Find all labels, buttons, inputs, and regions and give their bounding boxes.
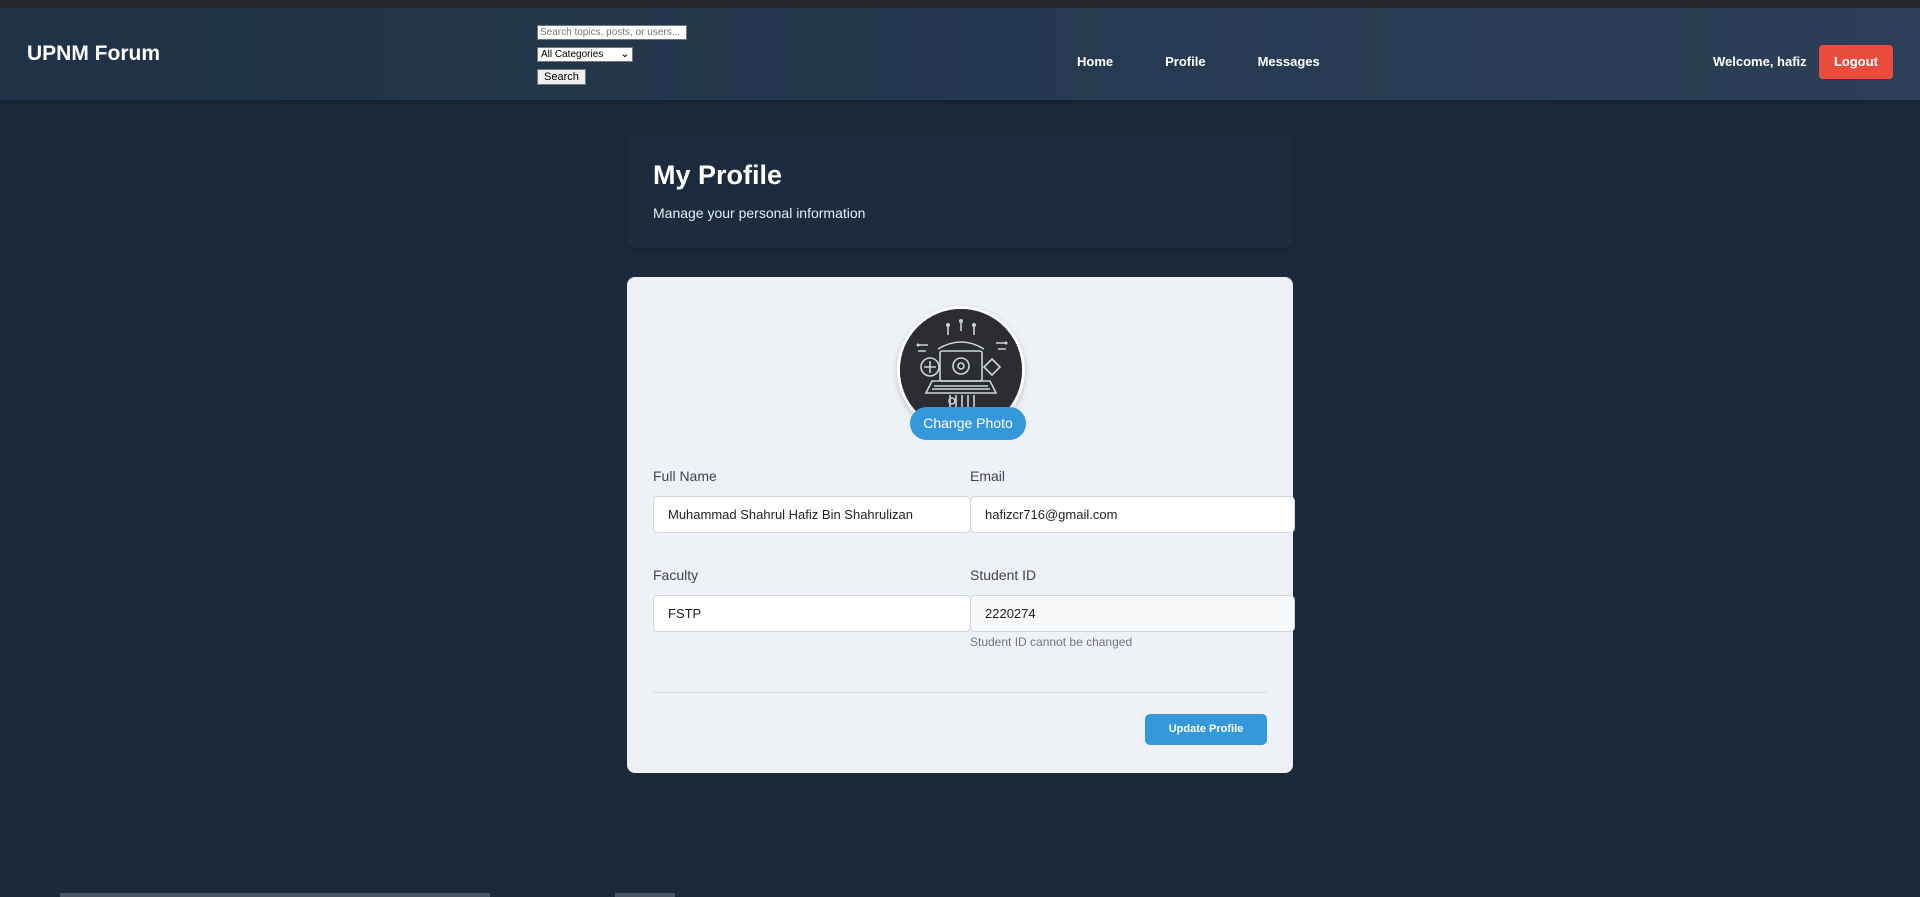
profile-form-card: Change Photo Full Name Muhammad Shahrul … (627, 277, 1295, 773)
welcome-text: Welcome, hafiz (1713, 54, 1807, 69)
update-profile-button[interactable]: Update Profile (1145, 714, 1267, 745)
full-name-field[interactable]: Muhammad Shahrul Hafiz Bin Shahrulizan (653, 496, 971, 533)
search-button[interactable]: Search (537, 69, 586, 85)
student-id-hint: Student ID cannot be changed (970, 635, 1133, 649)
search-input[interactable] (537, 25, 687, 40)
search-form: All Categories ⌄ Search (537, 25, 687, 85)
nav-profile[interactable]: Profile (1165, 54, 1205, 69)
page-subtitle: Manage your personal information (653, 205, 866, 221)
window-top-strip (0, 0, 1920, 8)
full-name-label: Full Name (653, 468, 717, 484)
form-divider (653, 692, 1267, 693)
page-header-card: My Profile Manage your personal informat… (627, 136, 1293, 248)
scrollbar-segment (615, 893, 675, 897)
email-label: Email (970, 468, 1006, 484)
brand-logo[interactable]: UPNM Forum (27, 42, 160, 66)
change-photo-button[interactable]: Change Photo (910, 407, 1026, 440)
student-id-field: 2220274 (970, 595, 1295, 632)
faculty-field[interactable]: FSTP (653, 595, 971, 632)
student-id-label: Student ID (970, 567, 1037, 583)
chevron-down-icon: ⌄ (620, 49, 629, 60)
page-title: My Profile (653, 160, 783, 190)
horizontal-scrollbar[interactable] (60, 893, 490, 897)
nav-home[interactable]: Home (1077, 54, 1113, 69)
navbar: UPNM Forum All Categories ⌄ Search Home … (0, 8, 1920, 100)
main-nav: Home Profile Messages (1077, 54, 1372, 69)
nav-messages[interactable]: Messages (1258, 54, 1320, 69)
faculty-label: Faculty (653, 567, 699, 583)
logout-button[interactable]: Logout (1819, 45, 1893, 79)
category-select[interactable]: All Categories ⌄ (537, 47, 633, 62)
category-select-value: All Categories (541, 49, 604, 60)
email-field[interactable]: hafizcr716@gmail.com (970, 496, 1295, 533)
